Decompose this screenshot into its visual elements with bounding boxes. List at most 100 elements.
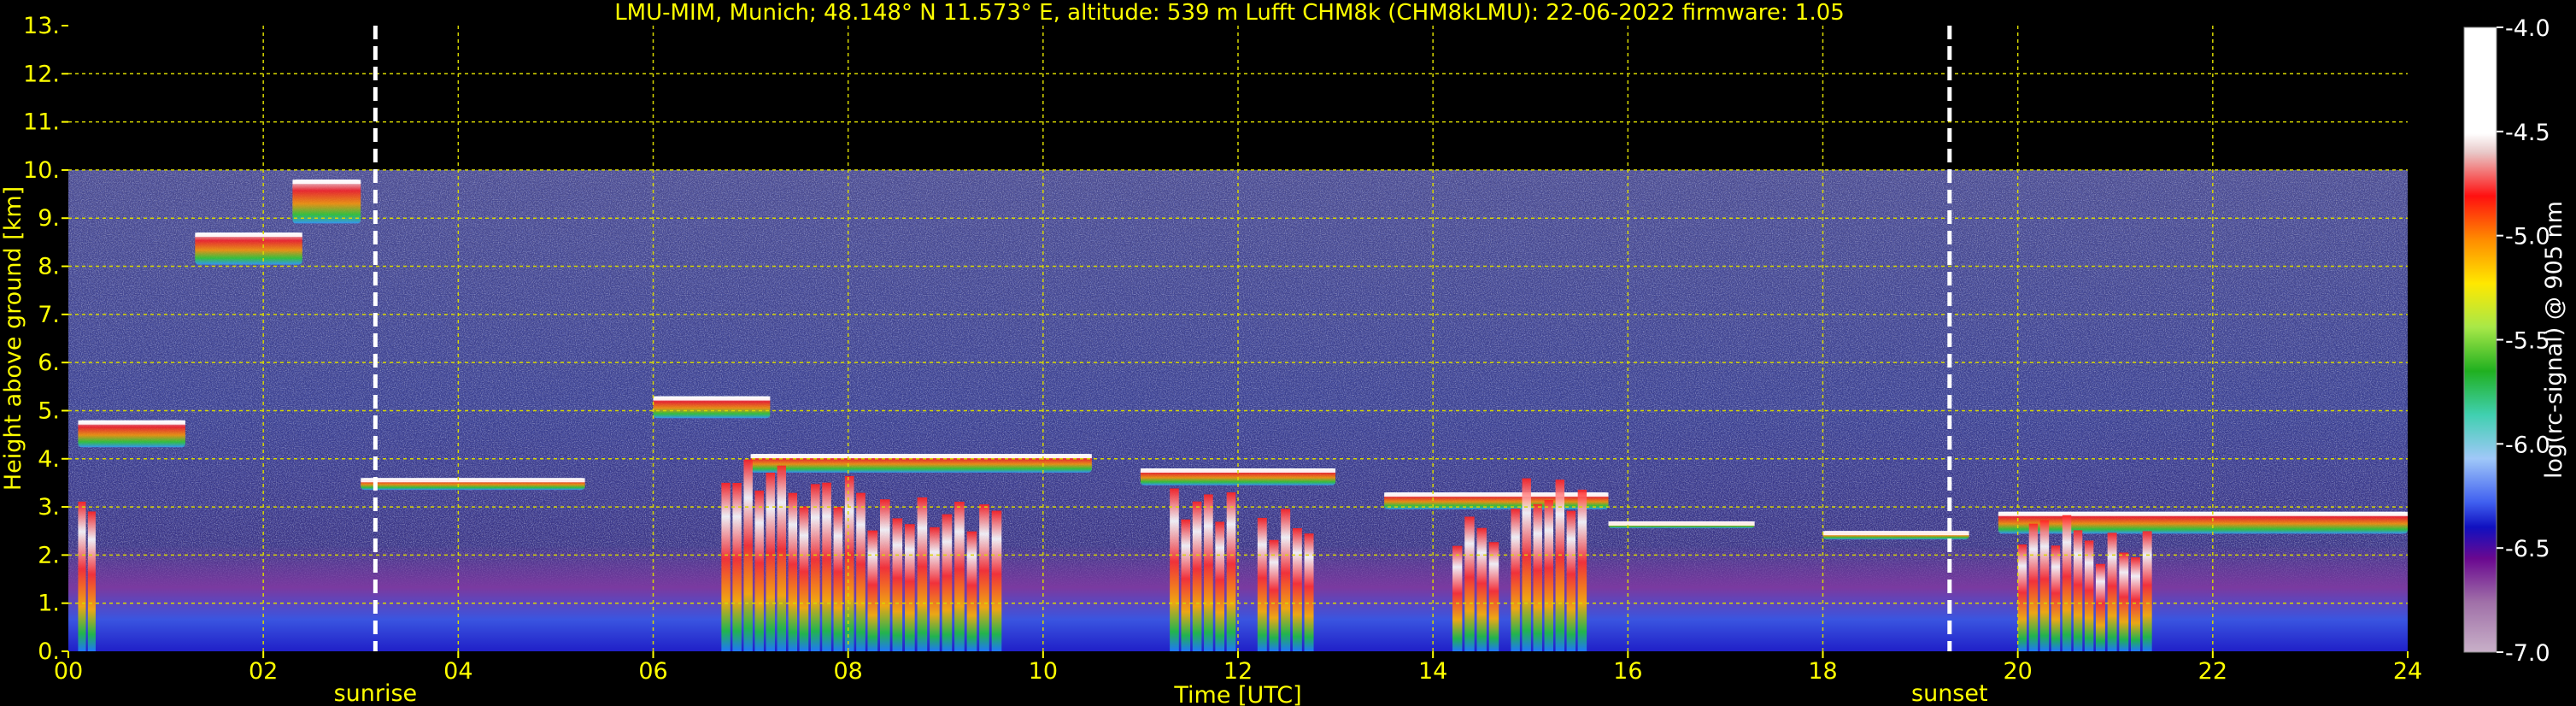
precip-streak [1555, 479, 1565, 651]
cloud-base-line [1998, 511, 2408, 516]
x-tick-label: 10 [1029, 658, 1058, 685]
precip-streak [833, 506, 843, 651]
y-axis-label: Height above ground [km] [0, 186, 26, 491]
colorbar: -4.0-4.5-5.0-5.5-6.0-6.5-7.0 log(rc-sign… [2463, 15, 2567, 667]
precip-streak [880, 499, 890, 651]
y-tick-label: 7. [38, 302, 60, 328]
precip-streak [1281, 509, 1291, 651]
x-tick-label: 06 [638, 658, 667, 685]
precip-streak [1170, 488, 1179, 651]
x-tick-label: 14 [1418, 658, 1447, 685]
precip-streak [1522, 478, 1531, 651]
y-tick-label: 8. [38, 254, 60, 280]
precip-streak [2039, 520, 2050, 651]
cloud-base-line [1608, 521, 1755, 526]
cloud-base-line [78, 420, 185, 425]
precip-streak [799, 506, 809, 651]
precip-streak [732, 483, 742, 651]
precip-streak [2131, 557, 2140, 651]
precip-streak [2142, 531, 2152, 651]
x-tick-label: 22 [2198, 658, 2227, 685]
ceilometer-chart: sunrise sunset 00 02 04 06 08 10 12 14 16 18 20 22 24… [0, 0, 2567, 706]
cloud-base-line [1384, 492, 1609, 497]
precip-streak [754, 490, 764, 651]
precip-streak [856, 492, 866, 651]
cloud-base-line [653, 396, 771, 401]
x-axis-label: Time [UTC] [1173, 682, 1301, 706]
colorbar-label: log(rc-signal) @ 905 nm [2541, 201, 2567, 479]
precip-streak [1215, 521, 1225, 651]
cloud-layer [292, 179, 361, 224]
precip-streak [979, 504, 989, 651]
precip-streak [2119, 552, 2129, 651]
cloud-base-line [361, 478, 585, 483]
precip-streak [1577, 489, 1587, 651]
x-tick-label: 12 [1223, 658, 1253, 685]
y-tick-label: 1. [38, 591, 60, 617]
x-tick-label: 02 [249, 658, 278, 685]
precip-streak [78, 501, 86, 651]
cloud-layer [195, 232, 302, 265]
precip-streak [2051, 545, 2061, 651]
precip-streak [1204, 494, 1213, 651]
precip-streak [991, 510, 1002, 651]
precip-streak [777, 465, 786, 651]
precip-streak [1566, 510, 1576, 651]
precip-streak [810, 484, 820, 651]
y-tick-label: 3. [38, 494, 60, 521]
precip-streak [954, 502, 965, 651]
precip-streak [1269, 539, 1279, 651]
precip-streak [788, 492, 798, 651]
colorbar-tick-label: -4.5 [2505, 120, 2550, 146]
colorbar-scale [2463, 26, 2497, 653]
cloud-base-line [1822, 531, 1969, 536]
colorbar-tick-label: -7.0 [2505, 640, 2550, 667]
precip-streak [2084, 540, 2094, 651]
precip-streak [1511, 509, 1520, 651]
precip-streak [1226, 492, 1236, 651]
cloud-base-line [195, 232, 302, 238]
precip-streak [2062, 515, 2072, 651]
precip-streak [1257, 517, 1267, 651]
precip-streak [1181, 519, 1191, 651]
colorbar-tick-label: -6.5 [2505, 536, 2550, 562]
y-tick-label: 13. [23, 13, 60, 39]
cloud-base-line [750, 454, 1092, 459]
precip-streak [2028, 523, 2039, 651]
precip-streak [1533, 503, 1542, 651]
chart-title: LMU-MIM, Munich; 48.148° N 11.573° E, al… [614, 0, 1845, 26]
precip-streak [822, 482, 831, 651]
precip-streak [917, 497, 928, 651]
precip-streak [1304, 533, 1314, 651]
precip-streak [1464, 516, 1475, 651]
y-tick-label: 12. [23, 61, 60, 87]
x-tick-label: 20 [2003, 658, 2032, 685]
cloud-base-line [292, 179, 361, 185]
y-tick-label: 11. [23, 109, 60, 136]
precip-streak [2107, 532, 2117, 651]
x-tick-label: 04 [443, 658, 472, 685]
y-tick-label: 6. [38, 350, 60, 376]
colorbar-tick-label: -4.0 [2505, 15, 2550, 42]
precip-streak [1544, 500, 1553, 651]
precip-streak [87, 511, 96, 651]
precip-streak [942, 514, 953, 651]
precip-streak [892, 518, 903, 651]
precip-streak [867, 530, 878, 651]
precip-streak [1476, 527, 1487, 651]
y-tick-label: 4. [38, 446, 60, 473]
precip-streak [1192, 501, 1202, 651]
x-tick-label: 16 [1613, 658, 1642, 685]
y-tick-label: 10. [23, 157, 60, 184]
y-tick-label: 2. [38, 542, 60, 568]
precip-streak [966, 531, 977, 651]
y-tick-label: 9. [38, 205, 60, 232]
x-tick-label: 24 [2393, 658, 2422, 685]
precip-streak [2073, 530, 2083, 651]
precip-streak [1488, 542, 1499, 651]
event-label: sunset [1911, 680, 1988, 706]
precip-streak [2017, 544, 2027, 651]
precip-streak [905, 524, 915, 651]
precip-streak [1292, 528, 1302, 651]
precip-streak [844, 475, 854, 651]
